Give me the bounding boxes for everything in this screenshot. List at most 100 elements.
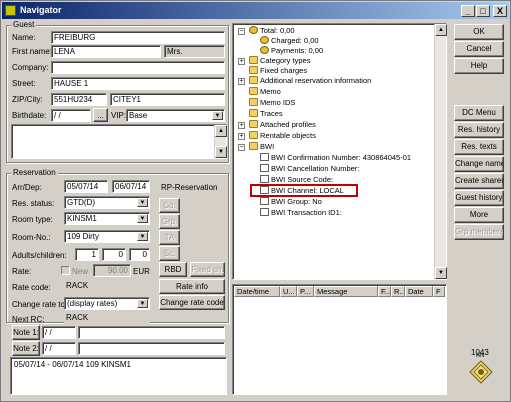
fixed-charges-button[interactable]: Fixed ch.: [190, 262, 225, 277]
col-header-date[interactable]: Date: [405, 286, 433, 297]
city-field[interactable]: CITEY1: [110, 93, 225, 106]
dc-menu-button[interactable]: DC Menu: [454, 105, 504, 121]
tree-expand-icon[interactable]: +: [238, 122, 245, 129]
chevron-down-icon[interactable]: ▼: [137, 232, 148, 241]
new-rate-checkbox[interactable]: [61, 266, 70, 275]
folder-icon: [249, 56, 258, 64]
arrival-field[interactable]: 05/07/14: [64, 180, 108, 193]
tree-expand-icon[interactable]: +: [238, 133, 245, 140]
tree-expand-icon[interactable]: +: [238, 78, 245, 85]
changerate-dropdown[interactable]: (display rates) ▼: [64, 297, 150, 310]
col-header-datetime[interactable]: Date/time: [234, 286, 280, 297]
col-header-f2[interactable]: F: [433, 286, 445, 297]
res-history-button[interactable]: Res. history: [454, 122, 504, 138]
chevron-down-icon[interactable]: ▼: [212, 111, 223, 120]
note1-text-field[interactable]: [78, 326, 225, 339]
tree-item-total[interactable]: Total: 0,00: [249, 26, 295, 36]
scroll-up-icon[interactable]: ▲: [435, 24, 447, 36]
rp-ta-button[interactable]: TA: [159, 230, 180, 245]
minimize-button[interactable]: _: [461, 5, 475, 17]
tree-collapse-icon[interactable]: −: [238, 28, 245, 35]
tree-item-bwi-cancellation[interactable]: BWI Cancellation Number:: [260, 164, 359, 174]
change-rate-code-button[interactable]: Change rate code: [159, 295, 225, 310]
app-logo-icon: AN: [469, 353, 493, 384]
tree-item-label: Traces: [260, 109, 283, 118]
guest-notes-area[interactable]: ▲ ▼: [11, 124, 227, 159]
col-header-message[interactable]: Message: [314, 286, 378, 297]
rbd-button[interactable]: RBD: [159, 262, 187, 277]
col-header-u[interactable]: U...: [280, 286, 297, 297]
tree-item-additional-info[interactable]: Additional reservation information: [249, 76, 371, 86]
guest-history-button[interactable]: Guest history: [454, 190, 504, 206]
messages-grid[interactable]: [232, 284, 447, 395]
birthdate-field[interactable]: / /: [51, 109, 91, 122]
tree-collapse-icon[interactable]: −: [238, 144, 245, 151]
tree-item-bwi-transaction[interactable]: BWI Transaction ID1:: [260, 208, 342, 218]
rate-info-button[interactable]: Rate info: [159, 279, 225, 294]
tree-item-traces[interactable]: Traces: [249, 109, 283, 119]
status-value: GTD(D): [67, 198, 95, 207]
roomtype-label: Room type:: [12, 215, 53, 224]
scroll-down-icon[interactable]: ▼: [435, 267, 447, 279]
children-field-2[interactable]: 0: [129, 248, 150, 261]
adults-field[interactable]: 1: [75, 248, 99, 261]
note1-button[interactable]: Note 1:: [12, 325, 40, 340]
tree-item-memo[interactable]: Memo: [249, 87, 281, 97]
departure-field[interactable]: 06/07/14: [112, 180, 150, 193]
help-button[interactable]: Help: [454, 58, 504, 74]
firstname-field[interactable]: LENA: [51, 45, 161, 58]
tree-item-attached-profiles[interactable]: Attached profiles: [249, 120, 316, 130]
scroll-up-icon[interactable]: ▲: [215, 125, 227, 137]
tree-item-category-types[interactable]: Category types: [249, 56, 310, 66]
tree-expand-icon[interactable]: +: [238, 58, 245, 65]
col-header-f[interactable]: F...: [378, 286, 391, 297]
tree-item-fixed-charges[interactable]: Fixed charges: [249, 66, 307, 76]
tree-item-bwi-confirmation[interactable]: BWI Confirmation Number: 430864045-01: [260, 153, 411, 163]
col-header-r[interactable]: R...: [391, 286, 405, 297]
scroll-down-icon[interactable]: ▼: [215, 146, 227, 158]
col-header-p[interactable]: P...: [297, 286, 314, 297]
create-sharer-button[interactable]: Create sharer: [454, 173, 504, 189]
tree-item-memo-ids[interactable]: Memo IDS: [249, 98, 295, 108]
chevron-down-icon[interactable]: ▼: [137, 214, 148, 223]
vip-dropdown[interactable]: Base ▼: [126, 109, 225, 122]
note2-text-field[interactable]: [78, 342, 225, 355]
birthdate-picker-button[interactable]: ...: [93, 108, 108, 122]
maximize-button[interactable]: □: [476, 5, 490, 17]
chevron-down-icon[interactable]: ▼: [137, 198, 148, 207]
rp-grp-button[interactable]: Grp.: [159, 214, 180, 229]
ok-button[interactable]: OK: [454, 24, 504, 40]
vip-value: Base: [129, 111, 148, 120]
note1-date-field[interactable]: / /: [42, 326, 76, 339]
street-field[interactable]: HAUSE 1: [51, 77, 225, 90]
rate-value-field[interactable]: 90.00: [93, 264, 131, 277]
tree-item-rentable-objects[interactable]: Rentable objects: [249, 131, 316, 141]
chevron-down-icon[interactable]: ▼: [137, 299, 148, 308]
res-texts-button[interactable]: Res. texts: [454, 139, 504, 155]
note2-button[interactable]: Note 2:: [12, 341, 40, 356]
guest-notes-scrollbar[interactable]: ▲ ▼: [214, 125, 227, 158]
tree-scrollbar[interactable]: ▲ ▼: [434, 24, 447, 279]
vip-label: VIP:: [111, 111, 127, 120]
name-field[interactable]: FREIBURG: [51, 31, 225, 44]
document-icon: [260, 208, 269, 216]
roomtype-dropdown[interactable]: KINSM1 ▼: [64, 212, 150, 225]
company-field[interactable]: [51, 61, 225, 74]
tree-item-bwi-group[interactable]: BWI Group: No: [260, 197, 322, 207]
close-button[interactable]: X: [493, 5, 507, 17]
roomno-dropdown[interactable]: 109 Dirty ▼: [64, 230, 150, 243]
tree-item-payments[interactable]: Payments: 0,00: [260, 46, 323, 56]
tree-item-charged[interactable]: Charged: 0,00: [260, 36, 319, 46]
more-button[interactable]: More: [454, 207, 504, 223]
rp-sc-button[interactable]: Sc.: [159, 246, 180, 261]
zip-field[interactable]: 551HU234: [51, 93, 107, 106]
tree-item-bwi[interactable]: BWI: [249, 142, 274, 152]
note2-date-field[interactable]: / /: [42, 342, 76, 355]
status-dropdown[interactable]: GTD(D) ▼: [64, 196, 150, 209]
rp-co-button[interactable]: Co.: [159, 198, 180, 213]
grp-members-button[interactable]: Grp members: [454, 224, 504, 240]
children-field-1[interactable]: 0: [102, 248, 126, 261]
cancel-button[interactable]: Cancel: [454, 41, 504, 57]
change-name-button[interactable]: Change name: [454, 156, 504, 172]
salutation-field[interactable]: Mrs.: [164, 45, 225, 58]
